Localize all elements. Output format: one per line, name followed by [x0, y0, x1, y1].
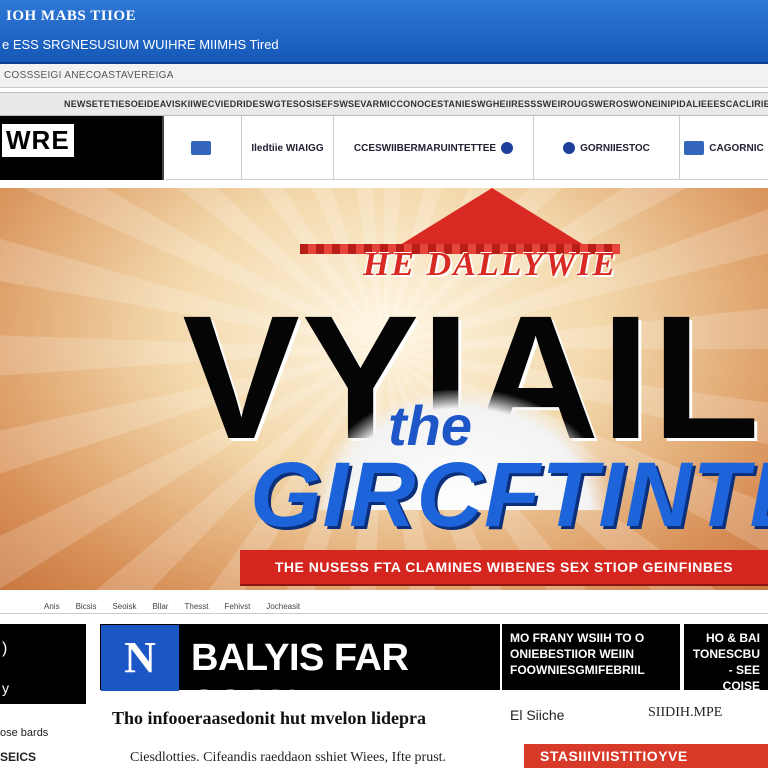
red-roof-graphic [392, 188, 592, 250]
side-promo-line: TONESCBU [692, 647, 760, 661]
window-subtitle: e ESS SRGNESUSIUM WUIHRE MIIMHS Tired [2, 37, 279, 52]
subnav-item[interactable]: Bicsis [76, 602, 97, 611]
nav-item[interactable]: NEWSE [64, 99, 98, 109]
partner-label: CAGORNIC [709, 142, 764, 154]
nav-item[interactable]: WGTES [265, 99, 299, 109]
top-nav: NEWSE TETIE SOEIDE AVISKIIWE CVIEDRIDES … [0, 92, 768, 116]
partner-item[interactable] [166, 116, 242, 180]
story-title[interactable]: Tho infooeraasedonit hut mvelon lidepra [112, 708, 426, 729]
side-promo-line: HO & BAI [706, 631, 760, 645]
hero-ribbon: THE NUSESS FTA CLAMINES WIBENES SEX STIO… [240, 550, 768, 584]
nav-item[interactable]: CVIEDRIDES [208, 99, 265, 109]
nav-item[interactable]: WEROS [594, 99, 629, 109]
subnav-item[interactable]: Seoisk [112, 602, 136, 611]
side-promo-line: FOOWNIESGMIFEBRIIL [510, 663, 645, 677]
nav-item[interactable]: IIRES [506, 99, 531, 109]
subnav-item[interactable]: Bllar [152, 602, 168, 611]
left-link[interactable]: SEICS [0, 750, 36, 764]
globe-icon [501, 142, 514, 154]
side-promo-line: MO FRANY WSIIH TO O [510, 631, 645, 645]
subnav-item[interactable]: Fehivst [225, 602, 251, 611]
badge-icon [684, 141, 705, 155]
hero-banner[interactable]: HE DALLYWIE VYIAIL the GIRCFTINTE THE NU… [0, 188, 768, 590]
nav-item[interactable]: WGHE [477, 99, 506, 109]
partner-item[interactable]: GORNIIESTOC [534, 116, 680, 180]
left-promo-glyph: y [2, 680, 9, 696]
headline-banner[interactable]: N BALYIS FAR SCAN [100, 624, 500, 725]
window-title: IOH MABS TIIOE [6, 8, 137, 24]
nav-item[interactable]: CACLIRIES [726, 99, 768, 109]
nav-item[interactable]: CONOCESTANIES [396, 99, 476, 109]
sub-nav: Anis Bicsis Seoisk Bllar Thesst Fehivst … [0, 600, 768, 614]
partner-item[interactable]: Iledtiie WIAIGG [242, 116, 334, 180]
address-bar-text[interactable]: COSSSEIGI ANECOASTAVEREIGA [4, 70, 174, 81]
red-promo-strip[interactable]: STASIIIVIISTITIOYVE [524, 744, 768, 768]
left-link[interactable]: ose bards [0, 727, 48, 739]
nav-item[interactable]: SOEIDE [125, 99, 160, 109]
partner-label: CCESWIIBERMARUINTETTEE [353, 142, 497, 154]
side-promo-line: - SEE COISE [722, 663, 760, 693]
nav-item[interactable]: WSEVAR [339, 99, 379, 109]
partner-label: GORNIIESTOC [580, 142, 650, 154]
partner-strip: Iledtiie WIAIGG CCESWIIBERMARUINTETTEE G… [166, 116, 768, 180]
nav-item[interactable]: INIPIDALIEEES [658, 99, 726, 109]
subnav-item[interactable]: Anis [44, 602, 60, 611]
address-bar[interactable]: COSSSEIGI ANECOASTAVEREIGA [0, 64, 768, 88]
story-subtitle: Ciesdlotties. Cifeandis raeddaon sshiet … [130, 750, 447, 765]
side-promo-b[interactable]: HO & BAI TONESCBU - SEE COISE [684, 624, 768, 693]
n-logo-badge: N [101, 625, 179, 691]
left-promo-box[interactable]: ) y [0, 624, 86, 704]
partner-item[interactable]: CCESWIIBERMARUINTETTEE [334, 116, 534, 180]
nav-item[interactable]: TETIE [98, 99, 125, 109]
subnav-item[interactable]: Jocheasit [266, 602, 300, 611]
right-label[interactable]: El Siiche [510, 707, 564, 723]
badge-icon [191, 141, 211, 155]
window-titlebar: IOH MABS TIIOE e ESS SRGNESUSIUM WUIHRE … [0, 0, 768, 64]
partner-label: Iledtiie WIAIGG [251, 142, 324, 154]
hero-second-word: GIRCFTINTE [250, 444, 768, 546]
right-label[interactable]: SIIDIH.MPE [648, 705, 722, 721]
hero-banner-top: HE DALLYWIE [362, 246, 618, 283]
left-promo-glyph: ) [2, 640, 8, 657]
nav-item[interactable]: AVISKIIWE [160, 99, 208, 109]
nav-item[interactable]: WONE [629, 99, 658, 109]
nav-item[interactable]: MIC [379, 99, 396, 109]
partner-item[interactable]: CAGORNIC [680, 116, 768, 180]
subnav-item[interactable]: Thesst [184, 602, 208, 611]
globe-icon [563, 142, 576, 154]
site-logo[interactable]: WRE [0, 116, 164, 180]
site-logo-text: WRE [0, 122, 76, 159]
side-promo-line: ONIEBESTIIOR WEIIN [510, 647, 635, 661]
nav-item[interactable]: OSISEFS [299, 99, 339, 109]
side-promo-a[interactable]: MO FRANY WSIIH TO O ONIEBESTIIOR WEIIN F… [502, 624, 680, 690]
nav-item[interactable]: SSWEIROUGS [530, 99, 594, 109]
